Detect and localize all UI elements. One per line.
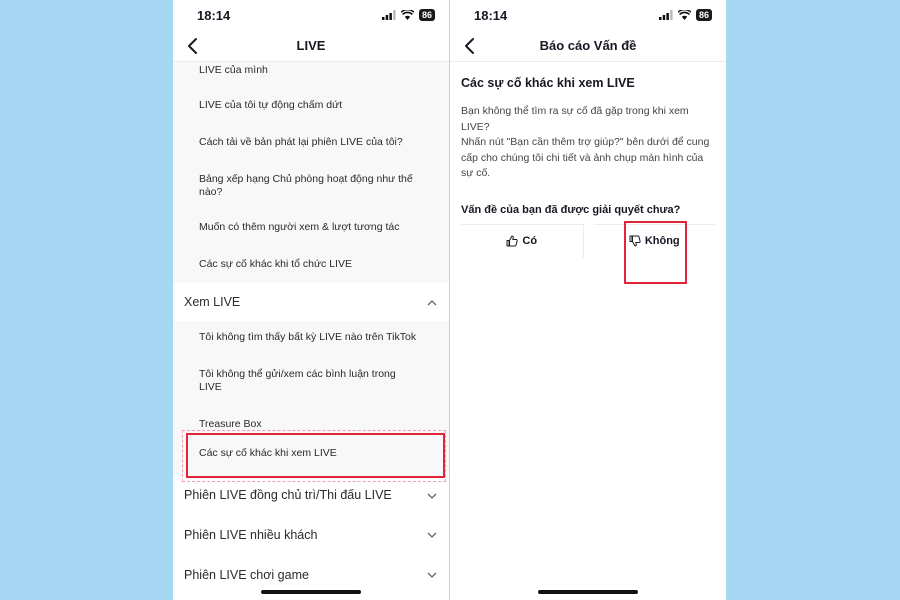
home-indicator bbox=[261, 590, 361, 594]
article-paragraph: Bạn không thể tìm ra sự cố đã gặp trong … bbox=[461, 105, 689, 133]
list-item[interactable]: LIVE của tôi tự động chấm dứt bbox=[173, 85, 449, 126]
list-item-other-watch-issues[interactable]: Các sự cố khác khi xem LIVE bbox=[173, 437, 449, 472]
article: Các sự cố khác khi xem LIVE Bạn không th… bbox=[450, 62, 726, 258]
feedback-question: Vấn đề của bạn đã được giải quyết chưa? bbox=[461, 203, 681, 216]
nav-bar: Báo cáo Vấn đề bbox=[450, 30, 726, 62]
page-title: Báo cáo Vấn đề bbox=[539, 38, 637, 53]
yes-button[interactable]: Có bbox=[461, 223, 584, 258]
home-indicator bbox=[538, 590, 638, 594]
section-gaming[interactable]: Phiên LIVE chơi game bbox=[173, 555, 449, 595]
status-time: 18:14 bbox=[197, 8, 231, 23]
section-label: Phiên LIVE chơi game bbox=[184, 568, 309, 582]
page-title: LIVE bbox=[296, 38, 326, 53]
battery-indicator: 86 bbox=[695, 9, 712, 21]
no-label: Không bbox=[644, 235, 680, 247]
list-item[interactable]: Cách tải về bản phát lại phiên LIVE của … bbox=[173, 126, 449, 163]
chevron-down-icon bbox=[427, 532, 437, 538]
battery-indicator: 86 bbox=[418, 9, 435, 21]
yes-label: Có bbox=[522, 235, 538, 247]
section-watch-live[interactable]: Xem LIVE bbox=[173, 283, 449, 321]
thumbs-up-icon bbox=[506, 235, 519, 247]
signal-icon bbox=[658, 10, 673, 20]
section-label: Xem LIVE bbox=[184, 295, 241, 309]
nav-bar: LIVE bbox=[173, 30, 449, 62]
chevron-down-icon bbox=[427, 493, 437, 499]
no-button[interactable]: Không bbox=[593, 223, 715, 258]
chevron-down-icon bbox=[427, 572, 437, 578]
wifi-icon bbox=[677, 10, 691, 20]
feedback-buttons: Có Không bbox=[461, 223, 715, 258]
status-bar: 18:14 86 bbox=[173, 0, 449, 30]
signal-icon bbox=[381, 10, 396, 20]
list-item[interactable]: LIVE của mình bbox=[173, 62, 449, 85]
list-item[interactable]: Tôi không tìm thấy bất kỳ LIVE nào trên … bbox=[173, 321, 449, 358]
section-multi-guest[interactable]: Phiên LIVE nhiều khách bbox=[173, 515, 449, 555]
list-item[interactable]: Tôi không thể gửi/xem các bình luận tron… bbox=[173, 358, 449, 408]
article-paragraph: Nhấn nút "Bạn cần thêm trợ giúp?" bên dư… bbox=[461, 136, 710, 179]
watching-subtopics: Tôi không tìm thấy bất kỳ LIVE nào trên … bbox=[173, 321, 449, 476]
list-item[interactable]: Treasure Box bbox=[173, 408, 449, 437]
right-phone-screen: 18:14 86 Báo cáo Vấn đề Các sự cố khác k… bbox=[450, 0, 726, 600]
article-body: Bạn không thể tìm ra sự cố đã gặp trong … bbox=[461, 104, 715, 182]
topic-list[interactable]: LIVE của mình LIVE của tôi tự động chấm … bbox=[173, 62, 449, 600]
section-label: Phiên LIVE nhiều khách bbox=[184, 528, 318, 542]
chevron-up-icon bbox=[427, 300, 437, 306]
list-item[interactable]: Bảng xếp hạng Chủ phòng hoạt động như th… bbox=[173, 163, 449, 211]
hosting-subtopics: LIVE của mình LIVE của tôi tự động chấm … bbox=[173, 62, 449, 283]
status-bar: 18:14 86 bbox=[450, 0, 726, 30]
wifi-icon bbox=[400, 10, 414, 20]
section-label: Phiên LIVE đồng chủ trì/Thi đấu LIVE bbox=[184, 488, 392, 502]
list-item[interactable]: Các sự cố khác khi tổ chức LIVE bbox=[173, 248, 449, 283]
thumbs-down-icon bbox=[629, 235, 641, 247]
list-item[interactable]: Muốn có thêm người xem & lượt tương tác bbox=[173, 211, 449, 248]
section-cohost[interactable]: Phiên LIVE đồng chủ trì/Thi đấu LIVE bbox=[173, 476, 449, 515]
left-phone-screen: 18:14 86 LIVE LIVE của mình LIVE của tôi… bbox=[173, 0, 449, 600]
status-time: 18:14 bbox=[474, 8, 508, 23]
article-title: Các sự cố khác khi xem LIVE bbox=[461, 76, 635, 90]
